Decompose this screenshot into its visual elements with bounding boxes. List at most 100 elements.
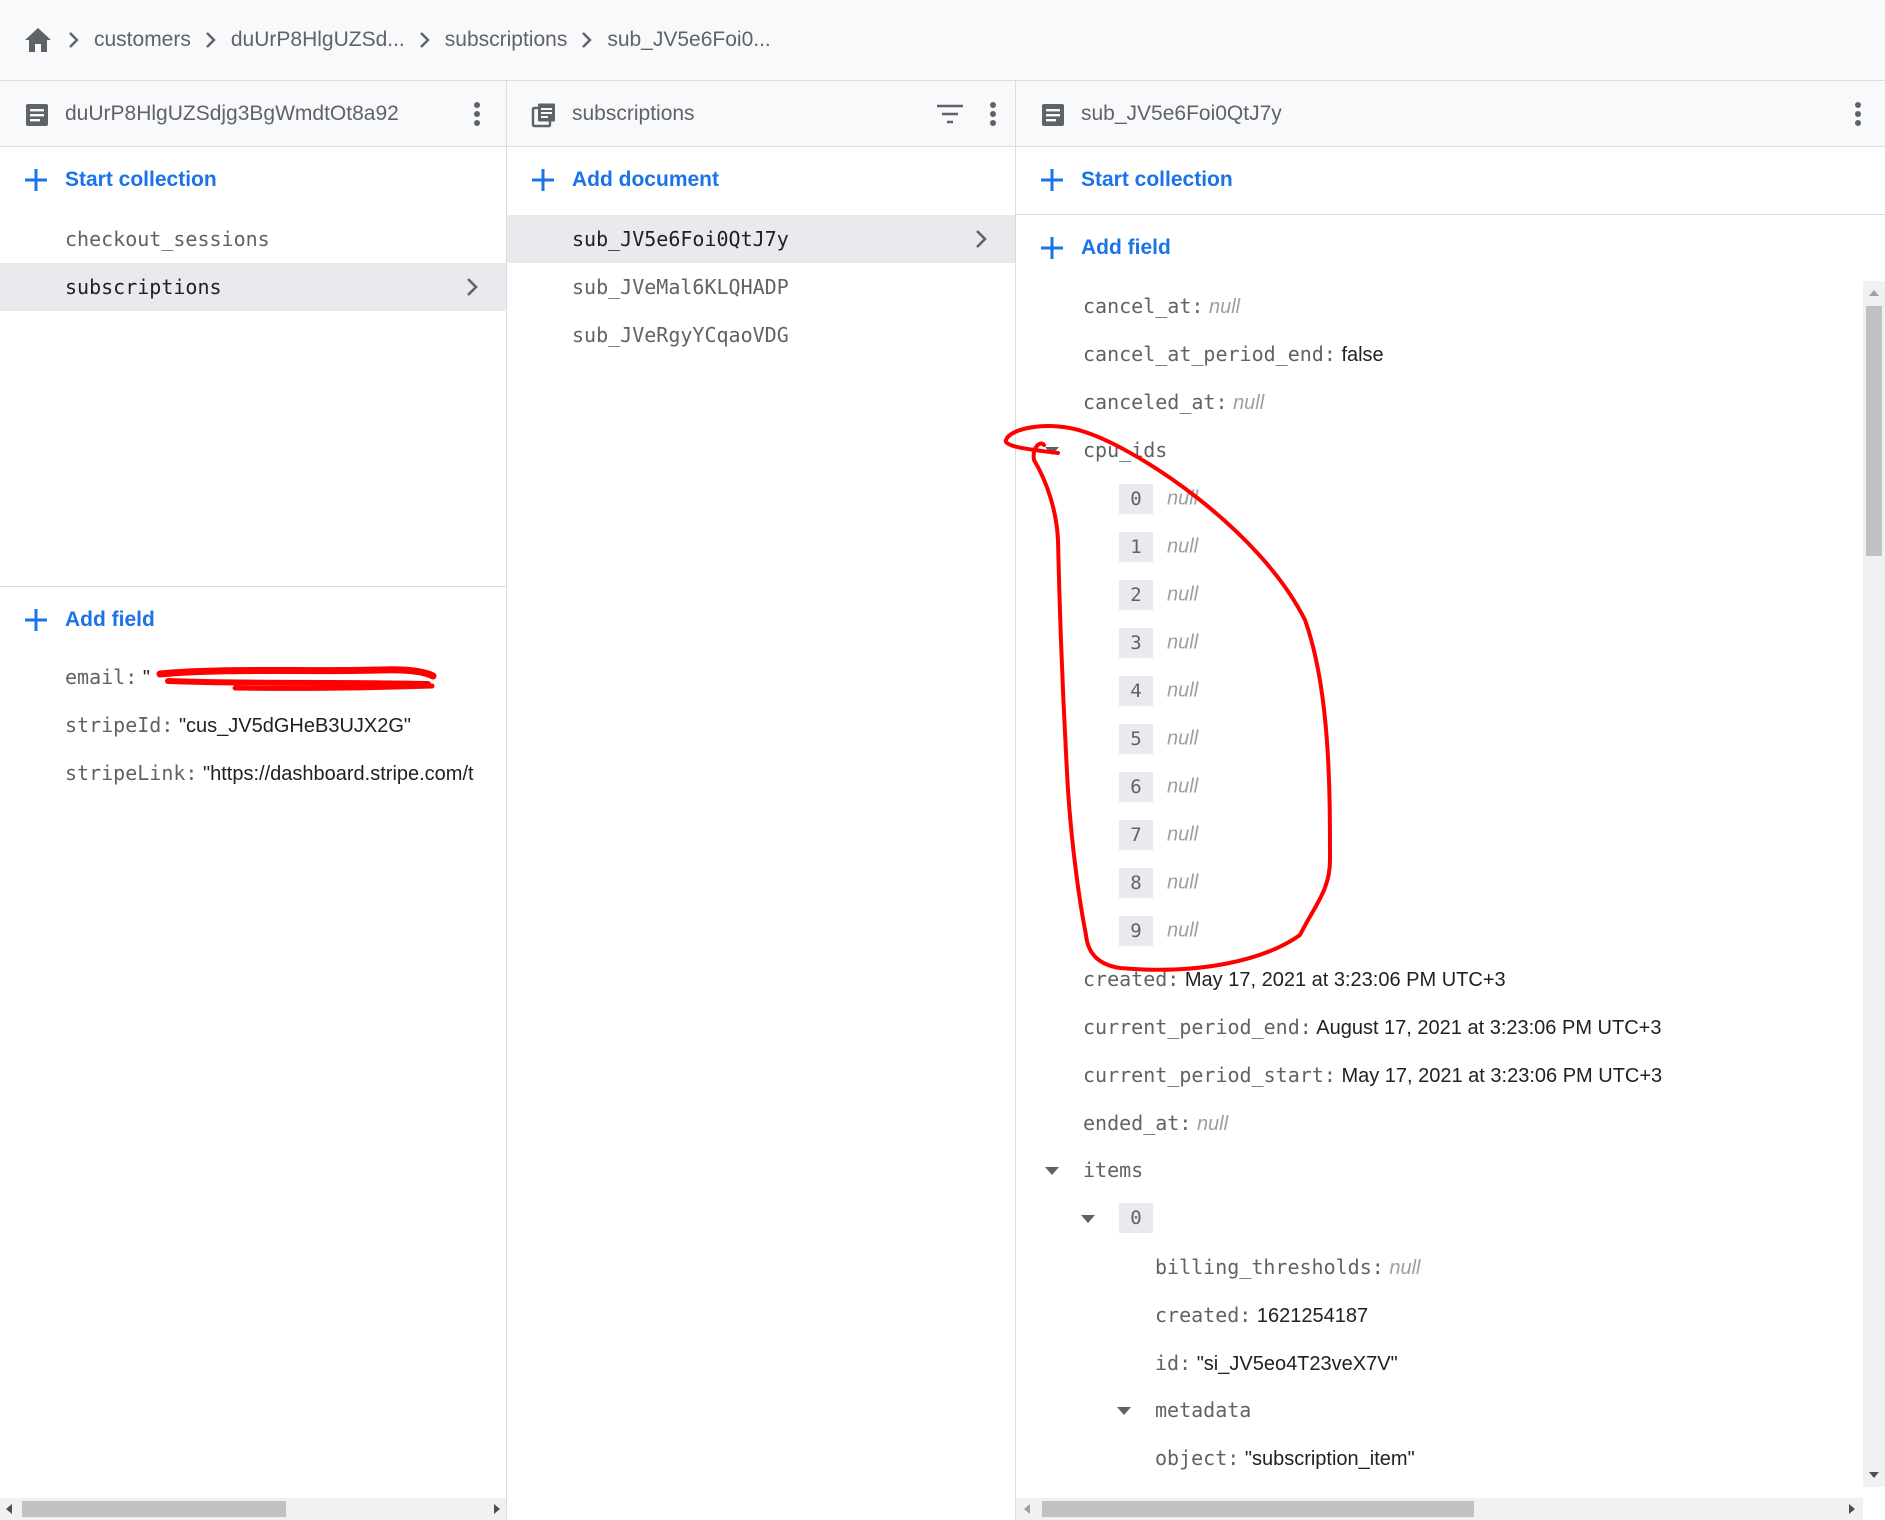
array-index: 4: [1119, 676, 1153, 706]
breadcrumb-customer-doc[interactable]: duUrP8HlgUZSd...: [231, 28, 405, 52]
field-key: canceled_at:: [1083, 390, 1228, 414]
field-key: cancel_at:: [1083, 294, 1204, 318]
scroll-right-icon[interactable]: [1843, 1501, 1859, 1517]
more-vert-icon[interactable]: [465, 98, 489, 130]
field-key: billing_thresholds:: [1155, 1255, 1384, 1279]
add-document-button[interactable]: Add document: [507, 147, 1015, 213]
scroll-left-icon[interactable]: [2, 1501, 18, 1517]
start-collection-label: Start collection: [1081, 168, 1233, 191]
collection-item-checkout-sessions[interactable]: checkout_sessions: [0, 215, 506, 263]
start-collection-button[interactable]: Start collection: [1016, 147, 1885, 213]
field-ended-at[interactable]: ended_at: null: [1083, 1111, 1228, 1151]
scrollbar-thumb[interactable]: [22, 1501, 286, 1517]
field-key: email:: [65, 665, 138, 689]
field-metadata[interactable]: metadata: [1155, 1398, 1251, 1438]
chevron-right-icon: [405, 30, 445, 50]
field-key: created:: [1083, 967, 1180, 991]
plus-icon: [1041, 169, 1063, 191]
start-collection-button[interactable]: Start collection: [0, 147, 506, 213]
document-item[interactable]: sub_JV5e6Foi0QtJ7y: [507, 215, 1015, 263]
document-item[interactable]: sub_JVeRgyYCqaoVDG: [507, 311, 1015, 359]
breadcrumb-subscriptions[interactable]: subscriptions: [445, 28, 568, 52]
chevron-right-icon: [976, 230, 987, 248]
field-cpu-ids[interactable]: cpu_ids: [1083, 438, 1167, 478]
home-icon[interactable]: [22, 24, 54, 56]
vertical-scrollbar[interactable]: [1863, 281, 1885, 1487]
array-item[interactable]: 6 null: [1119, 772, 1198, 812]
null-value: null: [1167, 535, 1199, 558]
panel-title: subscriptions: [572, 102, 695, 125]
field-key: stripeLink:: [65, 761, 198, 785]
more-vert-icon[interactable]: [981, 98, 1005, 130]
document-item[interactable]: sub_JVeMal6KLQHADP: [507, 263, 1015, 311]
field-key: current_period_end:: [1083, 1015, 1312, 1039]
array-item[interactable]: 4 null: [1119, 676, 1198, 716]
array-item[interactable]: 9 null: [1119, 916, 1198, 956]
null-value: null: [1167, 871, 1199, 894]
array-index: 0: [1119, 484, 1153, 514]
collapse-triangle-icon[interactable]: [1044, 1165, 1060, 1177]
add-document-label: Add document: [572, 168, 719, 191]
field-key: items: [1083, 1158, 1144, 1182]
array-item[interactable]: 3 null: [1119, 628, 1198, 668]
array-item[interactable]: 5 null: [1119, 724, 1198, 764]
subscriptions-collection-panel: subscriptions Add document sub_JV5e6Foi0…: [507, 81, 1016, 1520]
field-item-id[interactable]: id: "si_JV5eo4T23veX7V": [1155, 1351, 1398, 1391]
scrollbar-thumb[interactable]: [1866, 306, 1882, 556]
panel-header: duUrP8HlgUZSdjg3BgWmdtOt8a92: [0, 81, 506, 147]
field-current-period-end[interactable]: current_period_end: August 17, 2021 at 3…: [1083, 1015, 1661, 1055]
null-value: null: [1233, 392, 1265, 414]
array-item[interactable]: 1 null: [1119, 532, 1198, 572]
field-billing-thresholds[interactable]: billing_thresholds: null: [1155, 1255, 1420, 1295]
collapse-triangle-icon[interactable]: [1044, 445, 1060, 457]
chevron-right-icon: [567, 30, 607, 50]
array-item[interactable]: 8 null: [1119, 868, 1198, 908]
breadcrumb: customers duUrP8HlgUZSd... subscriptions…: [0, 0, 1885, 81]
breadcrumb-subscription-doc[interactable]: sub_JV5e6Foi0...: [607, 28, 770, 52]
filter-icon[interactable]: [934, 100, 966, 128]
start-collection-label: Start collection: [65, 168, 217, 191]
field-value: May 17, 2021 at 3:23:06 PM UTC+3: [1341, 1065, 1663, 1087]
scroll-left-icon[interactable]: [1020, 1501, 1036, 1517]
field-stripe-id[interactable]: stripeId: "cus_JV5dGHeB3UJX2G": [65, 713, 411, 753]
horizontal-scrollbar[interactable]: [0, 1498, 506, 1520]
collapse-triangle-icon[interactable]: [1080, 1213, 1096, 1225]
array-item[interactable]: 7 null: [1119, 820, 1198, 860]
null-value: null: [1167, 919, 1199, 942]
breadcrumb-customers[interactable]: customers: [94, 28, 191, 52]
collapse-triangle-icon[interactable]: [1116, 1405, 1132, 1417]
more-vert-icon[interactable]: [1846, 98, 1870, 130]
field-current-period-start[interactable]: current_period_start: May 17, 2021 at 3:…: [1083, 1063, 1662, 1103]
subscription-document-panel: sub_JV5e6Foi0QtJ7y Start collection Add …: [1016, 81, 1885, 1520]
scroll-down-icon[interactable]: [1866, 1467, 1882, 1483]
field-value: ": [142, 667, 150, 689]
collection-label: checkout_sessions: [65, 227, 270, 251]
scroll-right-icon[interactable]: [488, 1501, 504, 1517]
null-value: null: [1167, 679, 1199, 702]
field-item-created[interactable]: created: 1621254187: [1155, 1303, 1368, 1343]
horizontal-scrollbar[interactable]: [1016, 1498, 1863, 1520]
field-cancel-at[interactable]: cancel_at: null: [1083, 294, 1240, 334]
field-object[interactable]: object: "subscription_item": [1155, 1446, 1415, 1486]
field-canceled-at[interactable]: canceled_at: null: [1083, 390, 1264, 430]
null-value: null: [1167, 631, 1199, 654]
scrollbar-thumb[interactable]: [1042, 1501, 1474, 1517]
field-items[interactable]: items: [1083, 1158, 1143, 1198]
chevron-right-icon: [54, 30, 94, 50]
add-field-button[interactable]: Add field: [1016, 215, 1885, 281]
add-field-button[interactable]: Add field: [0, 587, 506, 653]
array-item[interactable]: 2 null: [1119, 580, 1198, 620]
array-item[interactable]: 0 null: [1119, 484, 1198, 524]
field-created[interactable]: created: May 17, 2021 at 3:23:06 PM UTC+…: [1083, 967, 1506, 1007]
null-value: null: [1167, 487, 1199, 510]
array-index: 3: [1119, 628, 1153, 658]
collection-item-subscriptions[interactable]: subscriptions: [0, 263, 506, 311]
field-email[interactable]: email: ": [65, 665, 150, 705]
field-key: current_period_start:: [1083, 1063, 1336, 1087]
array-item[interactable]: 0: [1119, 1203, 1167, 1243]
collection-icon: [531, 103, 555, 128]
scroll-up-icon[interactable]: [1866, 285, 1882, 301]
customer-document-panel: duUrP8HlgUZSdjg3BgWmdtOt8a92 Start colle…: [0, 81, 507, 1520]
field-stripe-link[interactable]: stripeLink: "https://dashboard.stripe.co…: [65, 761, 505, 801]
field-cancel-at-period-end[interactable]: cancel_at_period_end: false: [1083, 342, 1384, 382]
